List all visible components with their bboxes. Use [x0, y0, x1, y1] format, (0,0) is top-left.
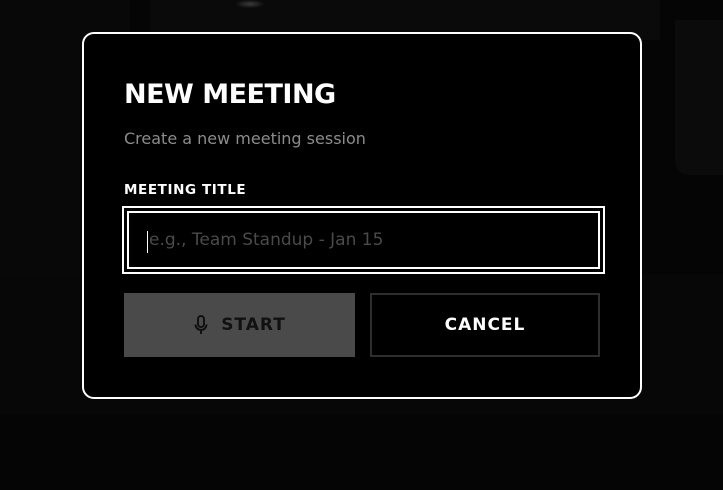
new-meeting-dialog: NEW MEETING Create a new meeting session… [82, 32, 642, 399]
text-caret [147, 231, 148, 253]
background-panel [675, 20, 723, 175]
start-button[interactable]: START [124, 293, 355, 357]
meeting-title-focus-ring [122, 206, 605, 274]
cancel-button[interactable]: CANCEL [370, 293, 600, 357]
cancel-button-label: CANCEL [444, 315, 526, 335]
meeting-title-input[interactable] [127, 211, 600, 269]
microphone-icon [193, 314, 209, 336]
meeting-title-label: MEETING TITLE [124, 182, 247, 198]
dialog-title: NEW MEETING [124, 79, 336, 110]
background-glow [236, 0, 264, 8]
start-button-label: START [221, 315, 286, 335]
dialog-subtitle: Create a new meeting session [124, 129, 366, 148]
